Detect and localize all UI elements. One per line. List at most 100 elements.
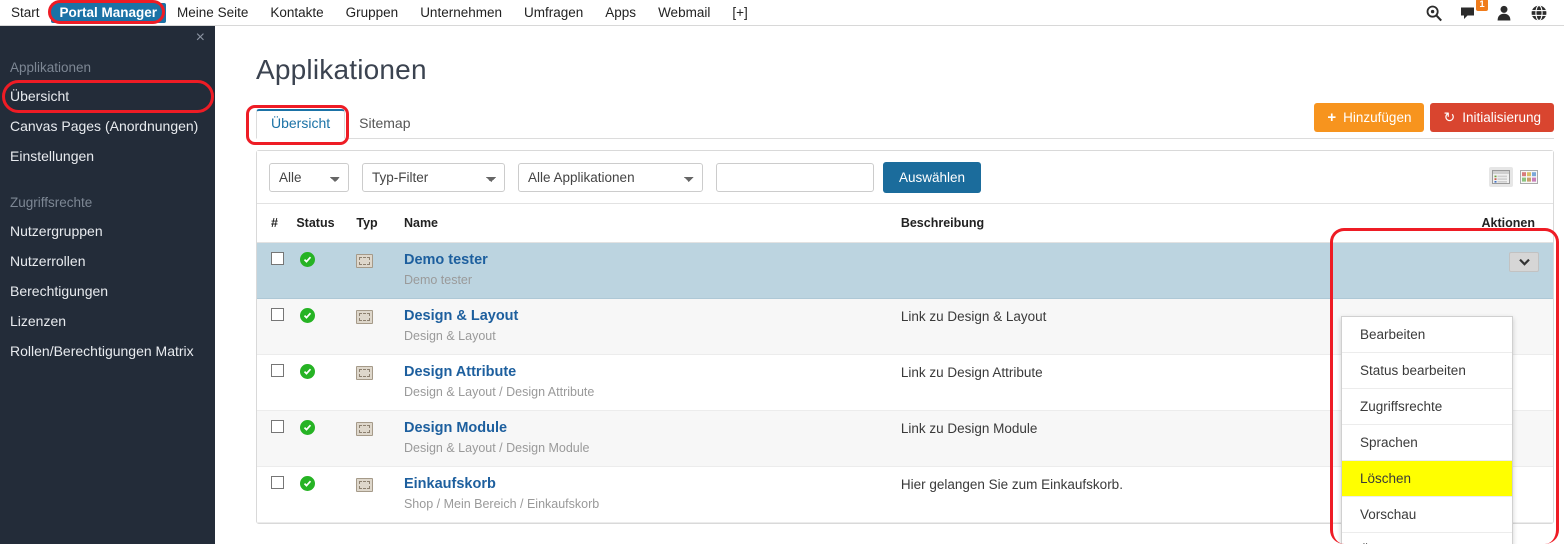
search-icon[interactable] xyxy=(1425,4,1443,22)
row-description-cell: Link zu Design & Layout xyxy=(900,298,1315,355)
refresh-icon: ↻ xyxy=(1443,109,1456,125)
row-checkbox[interactable] xyxy=(271,476,284,489)
list-view-icon[interactable] xyxy=(1489,167,1513,187)
application-path: Design & Layout xyxy=(403,329,496,343)
nav-item-gruppen[interactable]: Gruppen xyxy=(335,2,410,24)
header-type: Typ xyxy=(356,204,404,243)
application-path: Demo tester xyxy=(403,273,473,287)
page-action-buttons: + Hinzufügen ↻ Initialisierung xyxy=(1314,103,1554,132)
sidebar-groups: Applikationen Übersicht Canvas Pages (Anor… xyxy=(0,26,215,366)
add-button-label: Hinzufügen xyxy=(1343,110,1412,125)
sidebar-item-rollen-berechtigungen-matrix[interactable]: Rollen/Berechtigungen Matrix xyxy=(0,336,215,366)
sidebar-group-title: Zugriffsrechte xyxy=(10,195,93,210)
header-actions: Aktionen xyxy=(1314,204,1553,243)
filter-bar: Alle Typ-Filter Alle Applikationen Auswä… xyxy=(257,151,1553,204)
header-description: Beschreibung xyxy=(900,204,1315,243)
dropdown-item-vorschau[interactable]: Vorschau xyxy=(1342,497,1512,533)
add-button[interactable]: + Hinzufügen xyxy=(1314,103,1425,132)
sidebar-item-bersicht[interactable]: Übersicht xyxy=(0,81,215,111)
grid-view-icon[interactable] xyxy=(1517,167,1541,187)
row-name-cell: Demo tester Demo tester xyxy=(403,242,901,299)
actions-dropdown-toggle[interactable] xyxy=(1509,252,1539,272)
row-status-cell xyxy=(296,354,357,411)
application-path: Design & Layout / Design Attribute xyxy=(403,385,595,399)
sidebar-item-canvas-pages-anordnungen[interactable]: Canvas Pages (Anordnungen) xyxy=(0,111,215,141)
application-name-link[interactable]: Design Attribute xyxy=(404,364,901,381)
filter-search-input[interactable] xyxy=(716,162,874,192)
page-type-icon xyxy=(356,310,374,324)
top-nav-icons: 1 xyxy=(1425,0,1564,22)
nav-item-start[interactable]: Start xyxy=(0,2,51,24)
message-count-badge: 1 xyxy=(1476,0,1488,11)
header-name: Name xyxy=(403,204,901,243)
sidebar-item-einstellungen[interactable]: Einstellungen xyxy=(0,141,215,171)
sidebar-item-nutzerrollen[interactable]: Nutzerrollen xyxy=(0,246,215,276)
dropdown-item-bearbeiten[interactable]: Bearbeiten xyxy=(1342,317,1512,353)
tab-sitemap[interactable]: Sitemap xyxy=(345,110,424,138)
row-checkbox[interactable] xyxy=(271,420,284,433)
table-head: # Status Typ Name Beschreibung Aktionen xyxy=(257,204,1553,243)
sidebar-item-nutzergruppen[interactable]: Nutzergruppen xyxy=(0,216,215,246)
initialize-button-label: Initialisierung xyxy=(1462,110,1541,125)
row-checkbox-cell xyxy=(257,410,297,467)
tab-bersicht[interactable]: Übersicht xyxy=(256,109,346,139)
select-button[interactable]: Auswählen xyxy=(883,161,982,193)
application-name-link[interactable]: Design Module xyxy=(404,420,901,437)
row-checkbox[interactable] xyxy=(271,308,284,321)
row-checkbox[interactable] xyxy=(271,364,284,377)
row-name-cell: Design & Layout Design & Layout xyxy=(403,298,901,355)
nav-item-umfragen[interactable]: Umfragen xyxy=(513,2,594,24)
application-filter-select[interactable]: Alle Applikationen xyxy=(518,162,703,192)
sidebar: × Applikationen Übersicht Canvas Pages (An… xyxy=(0,26,215,544)
row-name-cell: Design Module Design & Layout / Design Mo… xyxy=(403,410,901,467)
table-header-row: # Status Typ Name Beschreibung Aktionen xyxy=(257,204,1553,243)
sidebar-group-title: Applikationen xyxy=(10,60,92,75)
dropdown-item-status-bearbeiten[interactable]: Status bearbeiten xyxy=(1342,353,1512,389)
row-checkbox-cell xyxy=(257,466,297,523)
sidebar-close-icon[interactable]: × xyxy=(196,30,205,46)
scope-filter-select[interactable]: Alle xyxy=(269,162,349,192)
row-type-cell xyxy=(356,410,404,467)
row-name-cell: Design Attribute Design & Layout / Design… xyxy=(403,354,901,411)
application-description: Hier gelangen Sie zum Einkaufskorb. xyxy=(900,477,1123,492)
nav-item-unternehmen[interactable]: Unternehmen xyxy=(409,2,513,24)
dropdown-item-öffnen[interactable]: Öffnen xyxy=(1342,533,1512,544)
status-active-icon xyxy=(300,476,316,491)
application-description: Link zu Design Module xyxy=(900,421,1038,436)
header-status: Status xyxy=(296,204,357,243)
row-checkbox-cell xyxy=(257,242,297,299)
top-navigation-bar: Start Portal Manager Meine Seite Kontakte Gr… xyxy=(0,0,1564,26)
messages-icon[interactable]: 1 xyxy=(1460,0,1488,22)
row-checkbox-cell xyxy=(257,298,297,355)
dropdown-item-sprachen[interactable]: Sprachen xyxy=(1342,425,1512,461)
row-type-cell xyxy=(356,466,404,523)
main-content: Applikationen Übersicht Sitemap + Hinzufü… xyxy=(215,26,1564,544)
application-name-link[interactable]: Einkaufskorb xyxy=(404,476,901,493)
nav-item-meine-seite[interactable]: Meine Seite xyxy=(166,2,259,24)
initialize-button[interactable]: ↻ Initialisierung xyxy=(1430,103,1554,132)
dropdown-item-zugriffsrechte[interactable]: Zugriffsrechte xyxy=(1342,389,1512,425)
application-name-link[interactable]: Design & Layout xyxy=(404,308,901,325)
sidebar-item-berechtigungen[interactable]: Berechtigungen xyxy=(0,276,215,306)
nav-item-kontakte[interactable]: Kontakte xyxy=(259,2,334,24)
application-name-link[interactable]: Demo tester xyxy=(404,252,901,269)
row-status-cell xyxy=(296,410,357,467)
view-toggle-group xyxy=(1489,167,1541,187)
user-icon[interactable] xyxy=(1495,4,1513,22)
row-status-cell xyxy=(296,298,357,355)
dropdown-item-löschen[interactable]: Löschen xyxy=(1342,461,1512,497)
nav-item-webmail[interactable]: Webmail xyxy=(647,2,721,24)
nav-item-portal-manager[interactable]: Portal Manager xyxy=(50,2,167,23)
page-type-icon xyxy=(356,254,374,268)
row-checkbox-cell xyxy=(257,354,297,411)
application-description: Link zu Design & Layout xyxy=(900,309,1047,324)
status-active-icon xyxy=(300,420,316,435)
nav-item-[interactable]: [+] xyxy=(721,2,758,24)
page-type-icon xyxy=(356,366,374,380)
row-checkbox[interactable] xyxy=(271,252,284,265)
table-row[interactable]: Demo tester Demo tester xyxy=(257,242,1553,299)
globe-icon[interactable] xyxy=(1530,4,1548,22)
type-filter-select[interactable]: Typ-Filter xyxy=(362,162,505,192)
nav-item-apps[interactable]: Apps xyxy=(594,2,647,24)
sidebar-item-lizenzen[interactable]: Lizenzen xyxy=(0,306,215,336)
